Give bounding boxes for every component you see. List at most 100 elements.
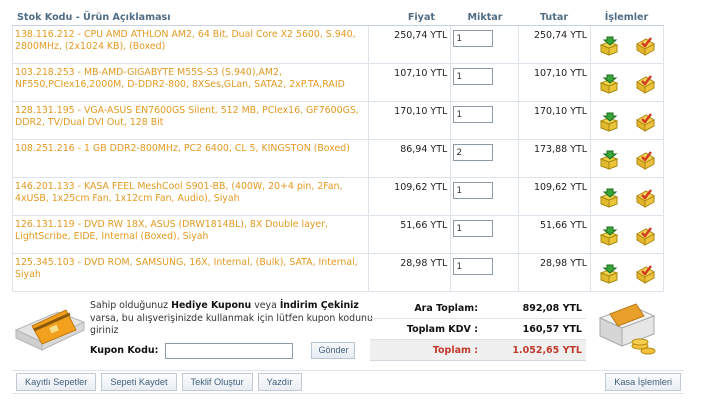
row-actions (591, 26, 664, 63)
table-header: Stok Kodu - Ürün Açıklaması Fiyat Miktar… (12, 10, 664, 26)
header-price: Fiyat (407, 12, 435, 23)
basket-green-arrow-icon[interactable] (598, 263, 620, 285)
table-row: 108.251.216 - 1 GB DDR2-800MHz, PC2 6400… (13, 140, 664, 178)
line-total: 51,66 YTL (519, 216, 592, 253)
basket-green-arrow-icon[interactable] (598, 187, 620, 209)
coupon-code-input[interactable] (165, 342, 294, 359)
saved-carts-button[interactable]: Kayıtlı Sepetler (16, 373, 97, 391)
unit-price: 250,74 YTL (369, 26, 452, 63)
line-total: 173,88 YTL (519, 140, 592, 177)
product-description[interactable]: 103.218.253 - MB-AMD-GIGABYTE M55S-S3 (S… (13, 64, 370, 101)
table-row: 103.218.253 - MB-AMD-GIGABYTE M55S-S3 (S… (13, 64, 664, 102)
order-summary: Ara Toplam: 892,08 YTL Toplam KDV : 160,… (370, 298, 586, 361)
unit-price: 86,94 YTL (369, 140, 452, 177)
coupon-submit-button[interactable]: Gönder (311, 342, 356, 359)
table-row: 125.345.103 - DVD ROM, SAMSUNG, 16X, Int… (13, 254, 664, 292)
unit-price: 107,10 YTL (369, 64, 452, 101)
basket-green-arrow-icon[interactable] (598, 111, 620, 133)
coupon-text-1: Sahip olduğunuz (90, 300, 172, 311)
quantity-cell (451, 64, 520, 101)
coupon-text-3: varsa, bu alışverişinizde kullanmak için… (90, 312, 373, 337)
quantity-cell (451, 26, 520, 63)
table-row: 146.201.133 - KASA FEEL MeshCool S901-BB… (13, 178, 664, 216)
grand-total-row: Toplam : 1.052,65 YTL (370, 340, 586, 361)
row-actions (591, 254, 664, 291)
line-total: 109,62 YTL (519, 178, 592, 215)
tag-red-check-icon[interactable] (634, 35, 656, 57)
quantity-input[interactable] (453, 144, 494, 161)
header-total: Tutar (539, 12, 569, 23)
create-offer-button[interactable]: Teklif Oluştur (181, 373, 253, 391)
unit-price: 28,98 YTL (369, 254, 452, 291)
coupon-text-gift: Hediye Kuponu (171, 300, 252, 311)
product-description[interactable]: 126.131.119 - DVD RW 18X, ASUS (DRW1814B… (13, 216, 370, 253)
coupon-text-2: veya (251, 300, 280, 311)
quantity-input[interactable] (453, 220, 494, 237)
quantity-cell (451, 102, 520, 139)
basket-green-arrow-icon[interactable] (598, 149, 620, 171)
tax-value: 160,57 YTL (522, 323, 582, 335)
table-row: 126.131.119 - DVD RW 18X, ASUS (DRW1814B… (13, 216, 664, 254)
grand-total-label: Toplam : (432, 344, 478, 356)
quantity-cell (451, 140, 520, 177)
line-total: 107,10 YTL (519, 64, 592, 101)
table-row: 138.116.212 - CPU AMD ATHLON AM2, 64 Bit… (13, 26, 664, 64)
coupon-text-discount: İndirim Çekiniz (279, 300, 359, 311)
quantity-cell (451, 178, 520, 215)
product-description[interactable]: 146.201.133 - KASA FEEL MeshCool S901-BB… (13, 178, 370, 215)
tag-red-check-icon[interactable] (634, 187, 656, 209)
quantity-input[interactable] (453, 106, 494, 123)
basket-green-arrow-icon[interactable] (598, 73, 620, 95)
header-operations: İşlemler (604, 12, 649, 23)
unit-price: 170,10 YTL (369, 102, 452, 139)
product-description[interactable]: 108.251.216 - 1 GB DDR2-800MHz, PC2 6400… (13, 140, 370, 177)
unit-price: 51,66 YTL (369, 216, 452, 253)
unit-price: 109,62 YTL (369, 178, 452, 215)
row-actions (591, 140, 664, 177)
tax-label: Toplam KDV : (406, 323, 478, 335)
tag-red-check-icon[interactable] (634, 73, 656, 95)
row-actions (591, 178, 664, 215)
product-description[interactable]: 128.131.195 - VGA-ASUS EN7600GS Silent, … (13, 102, 370, 139)
quantity-cell (451, 216, 520, 253)
subtotal-row: Ara Toplam: 892,08 YTL (370, 298, 586, 319)
grand-total-value: 1.052,65 YTL (512, 344, 582, 356)
subtotal-label: Ara Toplam: (414, 302, 478, 314)
coupon-instructions: Sahip olduğunuz Hediye Kuponu veya İndir… (90, 300, 380, 338)
coupon-card-icon (14, 309, 86, 351)
tax-row: Toplam KDV : 160,57 YTL (370, 319, 586, 340)
product-description[interactable]: 138.116.212 - CPU AMD ATHLON AM2, 64 Bit… (13, 26, 370, 63)
table-row: 128.131.195 - VGA-ASUS EN7600GS Silent, … (13, 102, 664, 140)
line-total: 170,10 YTL (519, 102, 592, 139)
row-actions (591, 216, 664, 253)
product-description[interactable]: 125.345.103 - DVD ROM, SAMSUNG, 16X, Int… (13, 254, 370, 291)
table-body: 138.116.212 - CPU AMD ATHLON AM2, 64 Bit… (12, 26, 664, 292)
quantity-cell (451, 254, 520, 291)
cart-table: Stok Kodu - Ürün Açıklaması Fiyat Miktar… (12, 10, 664, 292)
row-actions (591, 102, 664, 139)
row-actions (591, 64, 664, 101)
print-button[interactable]: Yazdır (257, 373, 302, 391)
line-total: 250,74 YTL (519, 26, 592, 63)
header-description: Stok Kodu - Ürün Açıklaması (17, 12, 171, 23)
cart-bottom: Sahip olduğunuz Hediye Kuponu veya İndir… (12, 298, 664, 361)
coupon-label: Kupon Kodu: (90, 345, 159, 356)
quantity-input[interactable] (453, 258, 494, 275)
checkout-register-icon (598, 303, 656, 355)
quantity-input[interactable] (453, 182, 494, 199)
tag-red-check-icon[interactable] (634, 263, 656, 285)
quantity-input[interactable] (453, 30, 494, 47)
save-cart-button[interactable]: Sepeti Kaydet (101, 373, 177, 391)
basket-green-arrow-icon[interactable] (598, 225, 620, 247)
quantity-input[interactable] (453, 68, 494, 85)
tag-red-check-icon[interactable] (634, 225, 656, 247)
basket-green-arrow-icon[interactable] (598, 35, 620, 57)
line-total: 28,98 YTL (519, 254, 592, 291)
coupon-form: Kupon Kodu: Gönder (90, 342, 356, 359)
header-quantity: Miktar (467, 12, 503, 23)
tag-red-check-icon[interactable] (634, 111, 656, 133)
cart-actions-bar: Kayıtlı Sepetler Sepeti Kaydet Teklif Ol… (12, 370, 684, 394)
checkout-button[interactable]: Kasa İşlemleri (605, 373, 681, 391)
subtotal-value: 892,08 YTL (522, 302, 582, 314)
tag-red-check-icon[interactable] (634, 149, 656, 171)
